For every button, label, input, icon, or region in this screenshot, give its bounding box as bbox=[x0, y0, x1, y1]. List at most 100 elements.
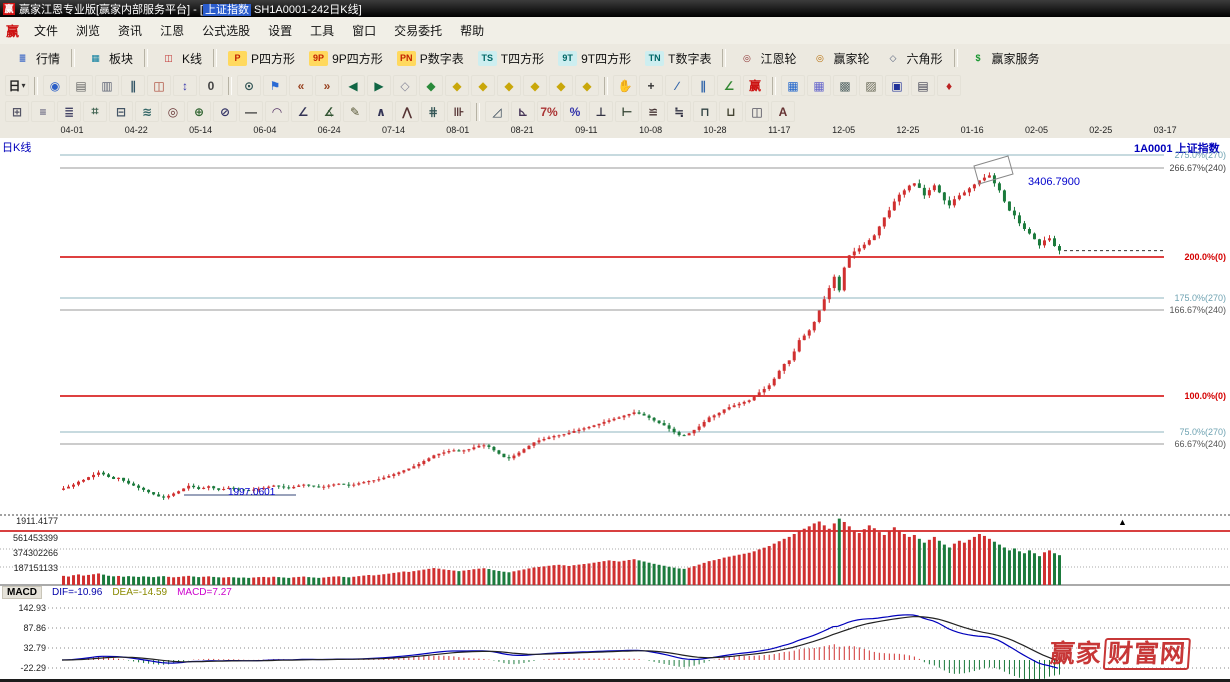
title-bar: 赢 赢家江恩专业版[赢家内部服务平台] - [上证指数 SH1A0001-242… bbox=[0, 0, 1230, 17]
grid-layout-icon[interactable]: ▦ bbox=[807, 75, 831, 96]
box-grid-icon[interactable]: ⊟ bbox=[109, 101, 133, 122]
menu-view[interactable]: 浏览 bbox=[67, 19, 109, 42]
date-label: 02-25 bbox=[1089, 125, 1112, 135]
menu-window[interactable]: 窗口 bbox=[343, 19, 385, 42]
text-tool-icon[interactable]: A bbox=[771, 101, 795, 122]
trendline-icon[interactable]: ∕ bbox=[665, 75, 689, 96]
winner-wheel-button[interactable]: ◎赢家轮 bbox=[803, 48, 876, 69]
segment-tool-icon[interactable]: — bbox=[239, 101, 263, 122]
chart-area[interactable]: 日K线 1A0001 上证指数 3406.7900 1997.0601 1911… bbox=[0, 138, 1230, 682]
t-square-button[interactable]: TST四方形 bbox=[471, 48, 551, 69]
zero-axis-icon[interactable]: 0 bbox=[199, 75, 223, 96]
app-logo-icon: 赢 bbox=[3, 3, 15, 15]
ruler-icon[interactable]: ▥ bbox=[95, 75, 119, 96]
rail-tool-icon[interactable]: ⋕ bbox=[421, 101, 445, 122]
circle-tool-icon[interactable]: ◎ bbox=[161, 101, 185, 122]
p-square-button[interactable]: PP四方形 bbox=[221, 48, 302, 69]
filter-flag-icon[interactable]: ⚑ bbox=[263, 75, 287, 96]
diamond-gann4-icon[interactable]: ◆ bbox=[523, 75, 547, 96]
datasheet-icon[interactable]: ▦ bbox=[781, 75, 805, 96]
grid-tool-icon[interactable]: ⊞ bbox=[5, 101, 29, 122]
bars-tool-icon[interactable]: ⊪ bbox=[447, 101, 471, 122]
window-tool-icon[interactable]: ◫ bbox=[745, 101, 769, 122]
diamond-gann5-icon[interactable]: ◆ bbox=[549, 75, 573, 96]
multi-line-tool-icon[interactable]: ≣ bbox=[57, 101, 81, 122]
wave-tool-icon[interactable]: ≋ bbox=[135, 101, 159, 122]
percent-tool-icon[interactable]: % bbox=[563, 101, 587, 122]
perpendicular-icon[interactable]: ⊥ bbox=[589, 101, 613, 122]
crosshair-icon[interactable]: + bbox=[639, 75, 663, 96]
channel-icon[interactable]: ∥ bbox=[691, 75, 715, 96]
hand-icon[interactable]: ✋ bbox=[613, 75, 637, 96]
pencil-tool-icon[interactable]: ✎ bbox=[343, 101, 367, 122]
cross-circle-icon[interactable]: ⊕ bbox=[187, 101, 211, 122]
bar-chart-icon[interactable]: ∥ bbox=[121, 75, 145, 96]
scale-updown-icon[interactable]: ↕ bbox=[173, 75, 197, 96]
mosaic-icon[interactable]: ▨ bbox=[859, 75, 883, 96]
winner-logo-icon[interactable]: 赢 bbox=[743, 75, 767, 96]
chart-canvas[interactable] bbox=[0, 138, 1230, 682]
period-selector[interactable]: 日▾ bbox=[5, 75, 29, 96]
multi-window-icon[interactable]: ▩ bbox=[833, 75, 857, 96]
tack-icon[interactable]: ⊢ bbox=[615, 101, 639, 122]
diamond-gann3-icon[interactable]: ◆ bbox=[497, 75, 521, 96]
menu-tools[interactable]: 工具 bbox=[301, 19, 343, 42]
chart-toolbar: 日▾◉▤▥∥◫↕0⊙⚑«»◀▶◇◆◆◆◆◆◆◆✋+∕∥∠赢▦▦▩▨▣▤♦ bbox=[0, 72, 1230, 100]
t-number-table-button[interactable]: TNT数字表 bbox=[638, 48, 718, 69]
first-page-icon[interactable]: « bbox=[289, 75, 313, 96]
nine-t-square-button[interactable]: 9T9T四方形 bbox=[551, 48, 638, 69]
measure-angle-icon[interactable]: ∡ bbox=[317, 101, 341, 122]
arc-tool-icon[interactable]: ◠ bbox=[265, 101, 289, 122]
gann-globe-icon[interactable]: ◉ bbox=[43, 75, 67, 96]
kline-button[interactable]: ◫K线 bbox=[152, 48, 209, 69]
sqcap-icon[interactable]: ⊓ bbox=[693, 101, 717, 122]
percent7-tool-icon[interactable]: 7% bbox=[537, 101, 561, 122]
menu-trade[interactable]: 交易委托 bbox=[385, 19, 451, 42]
slash-circle-icon[interactable]: ⊘ bbox=[213, 101, 237, 122]
window-title-suffix: SH1A0001-242日K线] bbox=[251, 4, 362, 16]
right-angle-icon[interactable]: ⊾ bbox=[511, 101, 535, 122]
macd-axis-label: -22.29 bbox=[2, 663, 46, 673]
macd-header: MACD DIF=-10.96 DEA=-14.59 MACD=7.27 bbox=[2, 586, 232, 599]
save-icon[interactable]: ▣ bbox=[885, 75, 909, 96]
last-page-icon[interactable]: » bbox=[315, 75, 339, 96]
gann-level-label: 175.0%(270) bbox=[1164, 293, 1226, 303]
menu-news[interactable]: 资讯 bbox=[109, 19, 151, 42]
nine-p-square-button[interactable]: 9P9P四方形 bbox=[302, 48, 390, 69]
gann-wheel-button[interactable]: ◎江恩轮 bbox=[730, 48, 803, 69]
approx-icon[interactable]: ≒ bbox=[667, 101, 691, 122]
diamond-gann6-icon[interactable]: ◆ bbox=[575, 75, 599, 96]
diamond-gann1-icon[interactable]: ◆ bbox=[445, 75, 469, 96]
menu-file[interactable]: 文件 bbox=[25, 19, 67, 42]
p-number-table-button[interactable]: PNP数字表 bbox=[390, 48, 471, 69]
service-car-icon[interactable]: ♦ bbox=[937, 75, 961, 96]
gann-fan-icon[interactable]: ∠ bbox=[717, 75, 741, 96]
menu-help[interactable]: 帮助 bbox=[451, 19, 493, 42]
zoom-icon[interactable]: ⊙ bbox=[237, 75, 261, 96]
diamond-outline-icon[interactable]: ◇ bbox=[393, 75, 417, 96]
menu-gann[interactable]: 江恩 bbox=[151, 19, 193, 42]
menu-formula-select[interactable]: 公式选股 bbox=[193, 19, 259, 42]
t-number-table-button-icon: TN bbox=[645, 51, 664, 66]
hline-tool-icon[interactable]: ≡ bbox=[31, 101, 55, 122]
hexagon-button[interactable]: ◇六角形 bbox=[877, 48, 950, 69]
report-icon[interactable]: ▤ bbox=[69, 75, 93, 96]
quotes-button-label: 行情 bbox=[36, 50, 60, 67]
triangle-tool-icon[interactable]: ◿ bbox=[485, 101, 509, 122]
diamond-green-icon[interactable]: ◆ bbox=[419, 75, 443, 96]
menu-settings[interactable]: 设置 bbox=[259, 19, 301, 42]
angle-tool-icon[interactable]: ∠ bbox=[291, 101, 315, 122]
hash-grid-icon[interactable]: ⌗ bbox=[83, 101, 107, 122]
wedge-tool-icon[interactable]: ⋀ bbox=[395, 101, 419, 122]
next-icon[interactable]: ▶ bbox=[367, 75, 391, 96]
print-icon[interactable]: ▤ bbox=[911, 75, 935, 96]
sectors-button[interactable]: ▦板块 bbox=[79, 48, 140, 69]
quotes-button[interactable]: ≣行情 bbox=[6, 48, 67, 69]
candle-chart-icon[interactable]: ◫ bbox=[147, 75, 171, 96]
sqcup-icon[interactable]: ⊔ bbox=[719, 101, 743, 122]
diamond-gann2-icon[interactable]: ◆ bbox=[471, 75, 495, 96]
peak-tool-icon[interactable]: ∧ bbox=[369, 101, 393, 122]
winner-service-button[interactable]: $赢家服务 bbox=[962, 48, 1047, 69]
prev-icon[interactable]: ◀ bbox=[341, 75, 365, 96]
congruent-icon[interactable]: ≌ bbox=[641, 101, 665, 122]
